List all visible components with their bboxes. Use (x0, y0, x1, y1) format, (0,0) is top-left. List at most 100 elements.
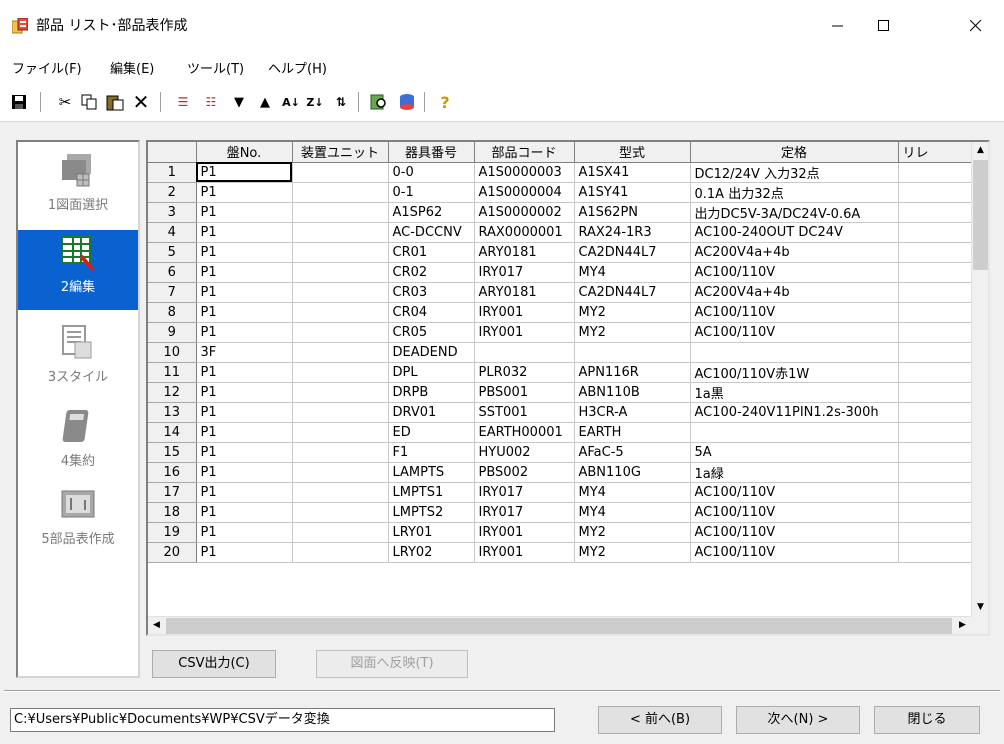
step-style[interactable]: 3スタイル (18, 320, 138, 400)
grid-cell[interactable] (474, 342, 575, 363)
column-header[interactable]: 定格 (690, 142, 899, 163)
grid-cell[interactable]: LAMPTS (388, 462, 475, 483)
grid-cell[interactable] (898, 502, 979, 523)
grid-cell[interactable]: MY4 (574, 482, 691, 503)
table-row[interactable]: 15 P1 F1 HYU002 AFaC-5 5A (148, 442, 979, 463)
grid-cell[interactable]: P1 (196, 182, 293, 203)
table-row[interactable]: 10 3F DEADEND (148, 342, 979, 363)
grid-cell[interactable]: AFaC-5 (574, 442, 691, 463)
column-header[interactable]: リレ (898, 142, 979, 163)
grid-cell[interactable] (292, 222, 389, 243)
step-bom-create[interactable]: 5部品表作成 (18, 482, 138, 562)
grid-cell[interactable]: P1 (196, 362, 293, 383)
grid-cell[interactable]: P1 (196, 262, 293, 283)
grid-cell[interactable]: P1 (196, 522, 293, 543)
find-icon[interactable] (368, 91, 390, 113)
grid-cell[interactable] (898, 362, 979, 383)
table-row[interactable]: 14 P1 ED EARTH00001 EARTH (148, 422, 979, 443)
grid-cell[interactable] (898, 222, 979, 243)
grid-cell[interactable] (292, 362, 389, 383)
move-up-icon[interactable]: ▲ (254, 91, 276, 113)
table-row[interactable]: 11 P1 DPL PLR032 APN116R AC100/110V赤1W (148, 362, 979, 383)
table-row[interactable]: 8 P1 CR04 IRY001 MY2 AC100/110V (148, 302, 979, 323)
grid-cell[interactable]: IRY001 (474, 302, 575, 323)
grid-cell[interactable]: IRY017 (474, 502, 575, 523)
scroll-right-icon[interactable]: ▶ (954, 617, 971, 634)
table-row[interactable]: 17 P1 LMPTS1 IRY017 MY4 AC100/110V (148, 482, 979, 503)
horizontal-scrollbar[interactable]: ◀ ▶ (148, 616, 971, 634)
grid-cell[interactable]: 1a緑 (690, 462, 899, 483)
grid-cell[interactable]: P1 (196, 502, 293, 523)
grid-cell[interactable] (292, 382, 389, 403)
grid-cell[interactable]: P1 (196, 402, 293, 423)
grid-cell[interactable]: ED (388, 422, 475, 443)
grid-cell[interactable]: LMPTS1 (388, 482, 475, 503)
save-icon[interactable] (8, 91, 30, 113)
grid-cell[interactable] (292, 522, 389, 543)
menu-tools[interactable]: ツール(T) (187, 58, 244, 77)
table-row[interactable]: 6 P1 CR02 IRY017 MY4 AC100/110V (148, 262, 979, 283)
scroll-down-icon[interactable]: ▼ (972, 599, 988, 616)
grid-cell[interactable]: AC-DCCNV (388, 222, 475, 243)
delete-icon[interactable]: ✕ (130, 90, 152, 114)
grid-cell[interactable] (898, 382, 979, 403)
grid-cell[interactable] (898, 322, 979, 343)
grid-cell[interactable]: APN116R (574, 362, 691, 383)
grid-cell[interactable]: P1 (196, 462, 293, 483)
grid-cell[interactable]: H3CR-A (574, 402, 691, 423)
grid-cell[interactable]: IRY017 (474, 482, 575, 503)
table-row[interactable]: 16 P1 LAMPTS PBS002 ABN110G 1a緑 (148, 462, 979, 483)
grid-cell[interactable]: LRY02 (388, 542, 475, 563)
table-row[interactable]: 20 P1 LRY02 IRY001 MY2 AC100/110V (148, 542, 979, 563)
table-row[interactable]: 1 P1 0-0 A1S0000003 A1SX41 DC12/24V 入力32点 (148, 162, 979, 183)
grid-cell[interactable]: P1 (196, 242, 293, 263)
grid-cell[interactable]: AC200V4a+4b (690, 282, 899, 303)
grid-cell[interactable]: AC100/110V (690, 542, 899, 563)
grid-cell[interactable]: P1 (196, 302, 293, 323)
grid-cell[interactable] (292, 462, 389, 483)
grid-cell[interactable]: CA2DN44L7 (574, 242, 691, 263)
grid-cell[interactable]: 0-0 (388, 162, 475, 183)
grid-cell[interactable]: CR03 (388, 282, 475, 303)
grid-cell[interactable] (292, 282, 389, 303)
grid-cell[interactable]: ABN110G (574, 462, 691, 483)
column-header[interactable]: 装置ユニット (292, 142, 389, 163)
grid-cell[interactable] (292, 242, 389, 263)
grid-cell[interactable] (690, 342, 899, 363)
menu-file[interactable]: ファイル(F) (12, 58, 82, 77)
grid-cell[interactable]: 0.1A 出力32点 (690, 182, 899, 203)
grid-cell[interactable]: F1 (388, 442, 475, 463)
grid-cell[interactable]: 0-1 (388, 182, 475, 203)
sort-ascending-icon[interactable]: A↓ (280, 91, 302, 113)
table-row[interactable]: 9 P1 CR05 IRY001 MY2 AC100/110V (148, 322, 979, 343)
grid-cell[interactable]: 3F (196, 342, 293, 363)
grid-cell[interactable]: AC100/110V (690, 302, 899, 323)
grid-cell[interactable]: A1S62PN (574, 202, 691, 223)
column-header[interactable]: 型式 (574, 142, 691, 163)
grid-cell[interactable]: P1 (196, 162, 293, 183)
sort-custom-icon[interactable]: ⇅ (330, 91, 352, 113)
menu-help[interactable]: ヘルプ(H) (268, 58, 327, 77)
grid-cell[interactable] (574, 342, 691, 363)
table-row[interactable]: 12 P1 DRPB PBS001 ABN110B 1a黒 (148, 382, 979, 403)
prev-button[interactable]: < 前へ(B) (598, 706, 722, 734)
grid-cell[interactable]: ABN110B (574, 382, 691, 403)
grid-cell[interactable]: MY2 (574, 322, 691, 343)
grid-cell[interactable]: AC100/110V (690, 262, 899, 283)
grid-cell[interactable] (898, 482, 979, 503)
grid-cell[interactable]: P1 (196, 382, 293, 403)
grid-cell[interactable] (292, 322, 389, 343)
grid-cell[interactable]: A1SX41 (574, 162, 691, 183)
grid-cell[interactable]: AC100/110V (690, 322, 899, 343)
grid-cell[interactable]: 出力DC5V-3A/DC24V-0.6A (690, 202, 899, 223)
vertical-scrollbar[interactable]: ▲ ▼ (971, 142, 988, 616)
reflect-to-drawing-button[interactable]: 図面へ反映(T) (316, 650, 468, 678)
scroll-thumb[interactable] (973, 160, 988, 270)
grid-cell[interactable]: DRPB (388, 382, 475, 403)
grid-cell[interactable]: P1 (196, 222, 293, 243)
grid-cell[interactable]: IRY001 (474, 522, 575, 543)
grid-cell[interactable] (898, 522, 979, 543)
table-row[interactable]: 13 P1 DRV01 SST001 H3CR-A AC100-240V11PIN1.2s… (148, 402, 979, 423)
grid-cell[interactable] (898, 342, 979, 363)
grid-cell[interactable]: P1 (196, 322, 293, 343)
